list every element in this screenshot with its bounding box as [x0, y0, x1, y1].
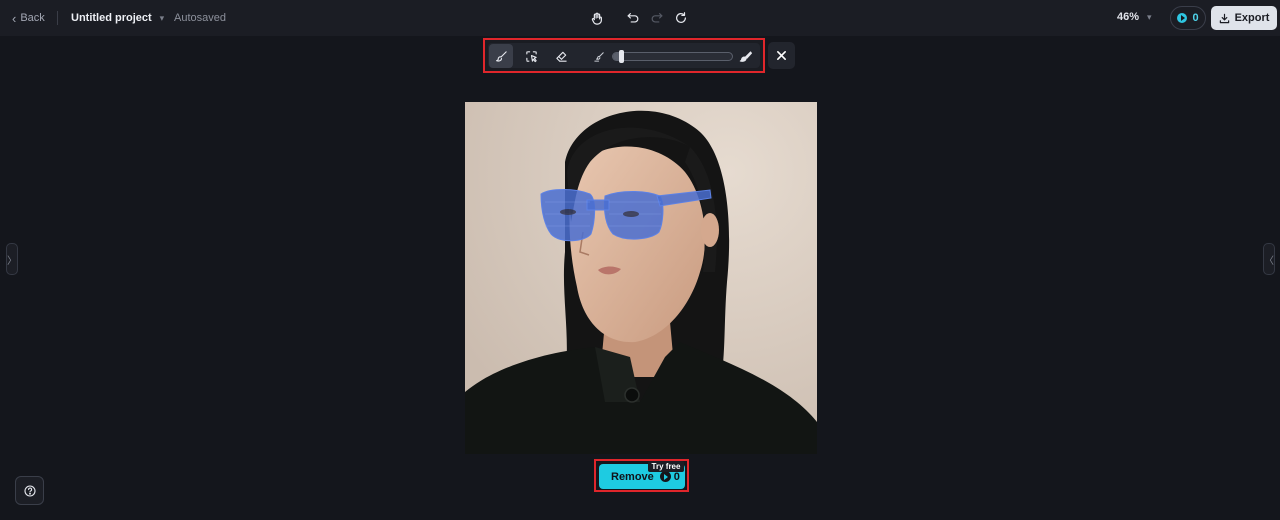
back-label: Back [20, 12, 45, 24]
undo-icon[interactable] [624, 8, 642, 28]
chevron-left-icon: ‹ [12, 10, 17, 26]
credits-count: 0 [1192, 12, 1199, 24]
chevron-right-icon: 〉 [7, 255, 17, 267]
remove-cost: 0 [673, 470, 680, 483]
brush-toolbar [483, 38, 765, 73]
left-panel-toggle[interactable]: 〉 [6, 243, 18, 275]
top-bar: ‹ Back Untitled project ▾ Autosaved 46% … [0, 0, 1280, 36]
zoom-level: 46% [1117, 11, 1140, 23]
export-button[interactable]: Export [1211, 6, 1277, 30]
help-icon [23, 484, 36, 497]
remove-label: Remove [611, 470, 654, 483]
refresh-icon[interactable] [672, 8, 690, 28]
chevron-down-icon: ▾ [159, 12, 165, 23]
quick-select-tool-button[interactable] [519, 44, 543, 68]
brush-size-large-button[interactable] [733, 44, 757, 68]
credits-badge[interactable]: 0 [1170, 6, 1206, 30]
close-icon [777, 51, 786, 60]
brush-size-small-icon [593, 51, 604, 62]
eraser-icon [555, 51, 567, 62]
canvas-tools [588, 8, 690, 28]
zoom-menu[interactable]: 46% ▾ [1117, 11, 1152, 23]
eraser-tool-button[interactable] [549, 44, 573, 68]
portrait-image [465, 102, 817, 454]
help-button[interactable] [15, 476, 44, 505]
right-panel-toggle[interactable]: 〈 [1263, 243, 1275, 275]
project-name-menu[interactable]: Untitled project ▾ [71, 10, 164, 26]
brush-size-small-button[interactable] [587, 44, 611, 68]
redo-icon[interactable] [648, 8, 666, 28]
hand-icon[interactable] [588, 8, 606, 28]
export-label: Export [1234, 12, 1270, 24]
download-icon [1219, 13, 1229, 23]
close-brush-toolbar-button[interactable] [768, 42, 795, 69]
brush-size-large-icon [739, 50, 752, 62]
chevron-down-icon: ▾ [1147, 11, 1152, 22]
canvas-image[interactable] [465, 102, 817, 454]
back-button[interactable]: ‹ Back [12, 10, 45, 26]
project-name: Untitled project [71, 12, 152, 24]
credit-icon [659, 471, 671, 482]
brush-tool-button[interactable] [489, 44, 513, 68]
try-free-badge: Try free [648, 461, 684, 472]
brush-size-slider[interactable] [612, 50, 733, 63]
divider [57, 11, 58, 25]
slider-thumb[interactable] [619, 50, 624, 63]
brush-icon [495, 50, 507, 62]
quick-select-icon [525, 50, 537, 62]
chevron-left-icon: 〈 [1264, 255, 1274, 267]
credit-icon [1177, 13, 1188, 23]
save-status: Autosaved [174, 12, 226, 24]
